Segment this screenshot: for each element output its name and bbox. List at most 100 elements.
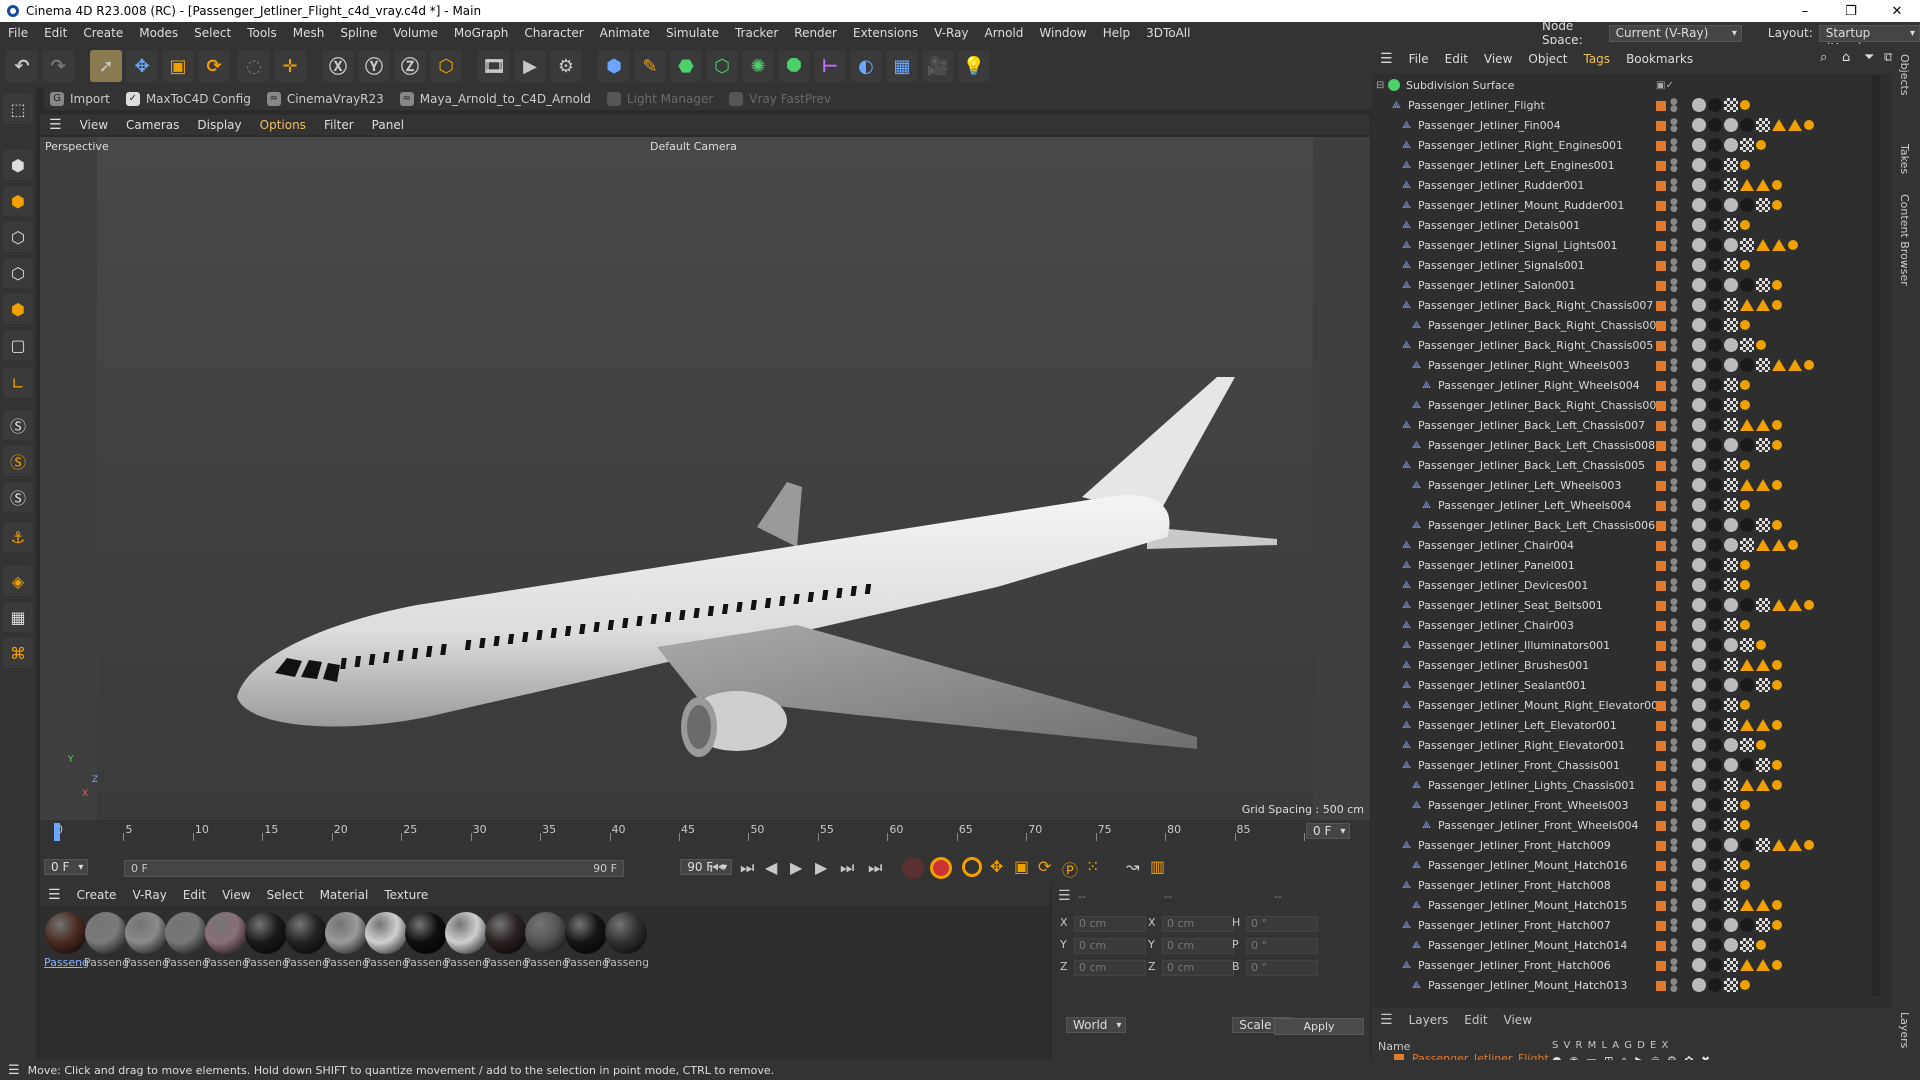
- layer-color-swatch[interactable]: [1656, 861, 1666, 871]
- menu-3dtoall[interactable]: 3DToAll: [1138, 26, 1198, 40]
- collapse-icon[interactable]: ⊟: [1376, 81, 1386, 91]
- vray-tag-icon[interactable]: [1804, 840, 1814, 850]
- uvw-tag-icon[interactable]: [1724, 578, 1738, 592]
- phong-tag-icon[interactable]: [1772, 239, 1786, 251]
- material-tag-icon[interactable]: [1724, 938, 1738, 952]
- material-tag-icon[interactable]: [1724, 518, 1738, 532]
- object-row[interactable]: ⟁ Passenger_Jetliner_Mount_Hatch014 ● ●: [1372, 936, 1882, 956]
- material-tag-icon[interactable]: [1692, 618, 1706, 632]
- uvw-tag-icon[interactable]: [1724, 858, 1738, 872]
- material-tag-icon[interactable]: [1708, 638, 1722, 652]
- material-tag-icon[interactable]: [1692, 458, 1706, 472]
- material-tag-icon[interactable]: [1692, 938, 1706, 952]
- material-tag-icon[interactable]: [1708, 898, 1722, 912]
- material-tag-icon[interactable]: [1708, 498, 1722, 512]
- vray-tag-icon[interactable]: [1772, 420, 1782, 430]
- material-tag-icon[interactable]: [1692, 598, 1706, 612]
- vray-tag-icon[interactable]: [1772, 920, 1782, 930]
- vray-tag-icon[interactable]: [1740, 620, 1750, 630]
- material-slot[interactable]: Passeng: [164, 912, 208, 969]
- uvw-tag-icon[interactable]: [1756, 838, 1770, 852]
- vray-tag-icon[interactable]: [1740, 380, 1750, 390]
- visibility-dots-icon[interactable]: ● ●: [1670, 338, 1678, 354]
- material-tag-icon[interactable]: [1724, 678, 1738, 692]
- layer-color-swatch[interactable]: [1656, 481, 1666, 491]
- vray-tag-icon[interactable]: [1772, 520, 1782, 530]
- object-row[interactable]: ⟁ Passenger_Jetliner_Chair004 ● ●: [1372, 536, 1882, 556]
- vray-tag-icon[interactable]: [1740, 700, 1750, 710]
- menu-tracker[interactable]: Tracker: [727, 26, 786, 40]
- viewport[interactable]: Perspective Default Camera Grid Spacing …: [40, 137, 1370, 820]
- uvw-tag-icon[interactable]: [1756, 118, 1770, 132]
- material-tag-icon[interactable]: [1692, 198, 1706, 212]
- material-tag-icon[interactable]: [1708, 658, 1722, 672]
- phong-tag-icon[interactable]: [1756, 479, 1770, 491]
- viewport-canvas[interactable]: [71, 137, 1313, 820]
- vray-tag-icon[interactable]: [1740, 400, 1750, 410]
- menu-select[interactable]: Select: [186, 26, 239, 40]
- viewport-menu-panel[interactable]: Panel: [363, 118, 413, 132]
- material-slot[interactable]: Passeng: [204, 912, 248, 969]
- uvw-tag-icon[interactable]: [1724, 798, 1738, 812]
- phong-tag-icon[interactable]: [1772, 359, 1786, 371]
- layer-color-swatch[interactable]: [1656, 201, 1666, 211]
- coord-field-v2[interactable]: 0 cm: [1162, 938, 1234, 954]
- menu-mograph[interactable]: MoGraph: [446, 26, 517, 40]
- menu-character[interactable]: Character: [516, 26, 591, 40]
- render-settings-icon[interactable]: ⚙: [550, 50, 582, 82]
- object-row[interactable]: ⟁ Passenger_Jetliner_Back_Right_Chassis00…: [1372, 296, 1882, 316]
- phong-tag-icon[interactable]: [1756, 659, 1770, 671]
- material-tag-icon[interactable]: [1692, 878, 1706, 892]
- uvw-tag-icon[interactable]: [1724, 458, 1738, 472]
- prev-key-icon[interactable]: ⏭: [740, 858, 754, 878]
- phong-tag-icon[interactable]: [1740, 419, 1754, 431]
- visibility-dots-icon[interactable]: ● ●: [1670, 618, 1678, 634]
- material-tag-icon[interactable]: [1740, 518, 1754, 532]
- visibility-dots-icon[interactable]: ● ●: [1670, 778, 1678, 794]
- material-tag-icon[interactable]: [1740, 438, 1754, 452]
- material-slot[interactable]: Passeng: [244, 912, 288, 969]
- visibility-dots-icon[interactable]: ● ●: [1670, 178, 1678, 194]
- bend-deformer-icon[interactable]: ⯃: [778, 50, 810, 82]
- live-selection-icon[interactable]: ➚: [90, 50, 122, 82]
- material-tag-icon[interactable]: [1708, 298, 1722, 312]
- home-icon[interactable]: ⌂: [1834, 50, 1858, 65]
- vray-tag-icon[interactable]: [1772, 300, 1782, 310]
- material-tag-icon[interactable]: [1724, 918, 1738, 932]
- uvw-tag-icon[interactable]: [1724, 98, 1738, 112]
- layer-color-swatch[interactable]: [1656, 641, 1666, 651]
- cinemavray-button[interactable]: ≈ CinemaVrayR23: [261, 92, 394, 106]
- menu-create[interactable]: Create: [75, 26, 131, 40]
- material-tag-icon[interactable]: [1740, 358, 1754, 372]
- object-row[interactable]: ⟁ Passenger_Jetliner_Right_Elevator001 ● ●: [1372, 736, 1882, 756]
- material-hamburger-icon[interactable]: ☰: [40, 887, 69, 903]
- visibility-dots-icon[interactable]: ● ●: [1670, 298, 1678, 314]
- object-row[interactable]: ⟁ Passenger_Jetliner_Sealant001 ● ●: [1372, 676, 1882, 696]
- layer-color-swatch[interactable]: [1656, 681, 1666, 691]
- menu-mesh[interactable]: Mesh: [285, 26, 333, 40]
- vray-tag-icon[interactable]: [1740, 220, 1750, 230]
- menu-arnold[interactable]: Arnold: [977, 26, 1032, 40]
- timeline-playhead[interactable]: [54, 823, 60, 841]
- goto-start-icon[interactable]: ⏮: [710, 858, 724, 878]
- material-tag-icon[interactable]: [1740, 678, 1754, 692]
- layer-menu-layers[interactable]: Layers: [1401, 1013, 1457, 1027]
- coord-field-v2[interactable]: 0 cm: [1162, 960, 1234, 976]
- uvw-tag-icon[interactable]: [1724, 818, 1738, 832]
- uvw-tag-icon[interactable]: [1756, 678, 1770, 692]
- material-tag-icon[interactable]: [1708, 538, 1722, 552]
- visibility-dots-icon[interactable]: ● ●: [1670, 418, 1678, 434]
- phong-tag-icon[interactable]: [1756, 419, 1770, 431]
- object-row[interactable]: ⟁ Passenger_Jetliner_Left_Wheels004 ● ●: [1372, 496, 1882, 516]
- phong-tag-icon[interactable]: [1788, 359, 1802, 371]
- prev-frame-icon[interactable]: ◀: [765, 858, 777, 877]
- material-menu-material[interactable]: Material: [312, 888, 377, 902]
- maxtoc4d-config-button[interactable]: ✓ MaxToC4D Config: [120, 92, 261, 106]
- layer-color-swatch[interactable]: [1656, 101, 1666, 111]
- layer-color-swatch[interactable]: [1656, 421, 1666, 431]
- vray-tag-icon[interactable]: [1740, 800, 1750, 810]
- vray-tag-icon[interactable]: [1772, 440, 1782, 450]
- material-tag-icon[interactable]: [1708, 558, 1722, 572]
- material-tag-icon[interactable]: [1692, 958, 1706, 972]
- object-row[interactable]: ⟁ Passenger_Jetliner_Mount_Right_Elevator…: [1372, 696, 1882, 716]
